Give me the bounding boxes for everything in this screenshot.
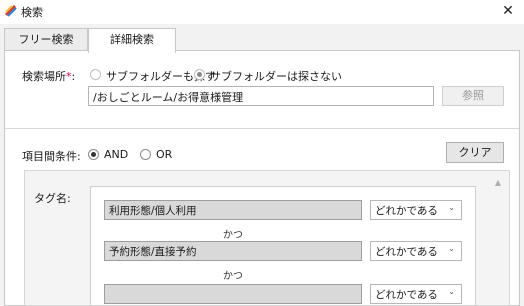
scroll-up-arrow[interactable]: ▲ bbox=[492, 178, 504, 188]
tag-match-select-1[interactable]: どれかである ⌄ bbox=[370, 200, 462, 220]
title-bar: 検索 ✕ bbox=[0, 0, 524, 24]
tag-match-value-1: どれかである bbox=[375, 205, 438, 217]
connector-label-1: かつ bbox=[223, 230, 243, 241]
tag-match-value-2: どれかである bbox=[375, 246, 438, 258]
location-label: 検索場所 bbox=[22, 70, 66, 83]
connector-label-2: かつ bbox=[223, 271, 243, 282]
location-label-group: 検索場所*: bbox=[22, 68, 75, 84]
radio-or-label: OR bbox=[156, 148, 173, 161]
tag-match-value-3: どれかである bbox=[375, 289, 438, 301]
location-path-field[interactable]: /おしごとルーム/お得意様管理 bbox=[88, 86, 434, 106]
radio-and-label: AND bbox=[104, 148, 129, 161]
chevron-down-icon: ⌄ bbox=[448, 203, 455, 212]
tag-match-select-2[interactable]: どれかである ⌄ bbox=[370, 241, 462, 261]
section-divider bbox=[5, 128, 519, 129]
tab-free-search[interactable]: フリー検索 bbox=[4, 28, 88, 51]
chevron-down-icon: ⌄ bbox=[448, 287, 455, 296]
app-icon bbox=[4, 4, 17, 17]
tag-field-3[interactable] bbox=[104, 284, 362, 304]
tag-field-2[interactable]: 予約形態/直接予約 bbox=[104, 241, 362, 261]
tag-label: タグ名: bbox=[34, 192, 71, 205]
tag-field-1[interactable]: 利用形態/個人利用 bbox=[104, 200, 362, 220]
clear-button[interactable]: クリア bbox=[446, 142, 504, 163]
tab-detail-search[interactable]: 詳細検索 bbox=[88, 28, 176, 53]
radio-and[interactable] bbox=[88, 149, 99, 160]
location-colon: : bbox=[71, 70, 76, 83]
radio-include-subfolders[interactable] bbox=[90, 69, 101, 80]
radio-exclude-subfolders[interactable] bbox=[194, 69, 205, 80]
radio-or[interactable] bbox=[140, 149, 151, 160]
browse-button[interactable]: 参照 bbox=[442, 86, 504, 106]
chevron-down-icon: ⌄ bbox=[448, 244, 455, 253]
condition-label: 項目間条件: bbox=[22, 150, 81, 163]
tag-match-select-3[interactable]: どれかである ⌄ bbox=[370, 284, 462, 304]
window-title: 検索 bbox=[21, 6, 43, 19]
close-button[interactable]: ✕ bbox=[496, 0, 520, 24]
radio-exclude-subfolders-label: サブフォルダーは探さない bbox=[210, 70, 342, 83]
